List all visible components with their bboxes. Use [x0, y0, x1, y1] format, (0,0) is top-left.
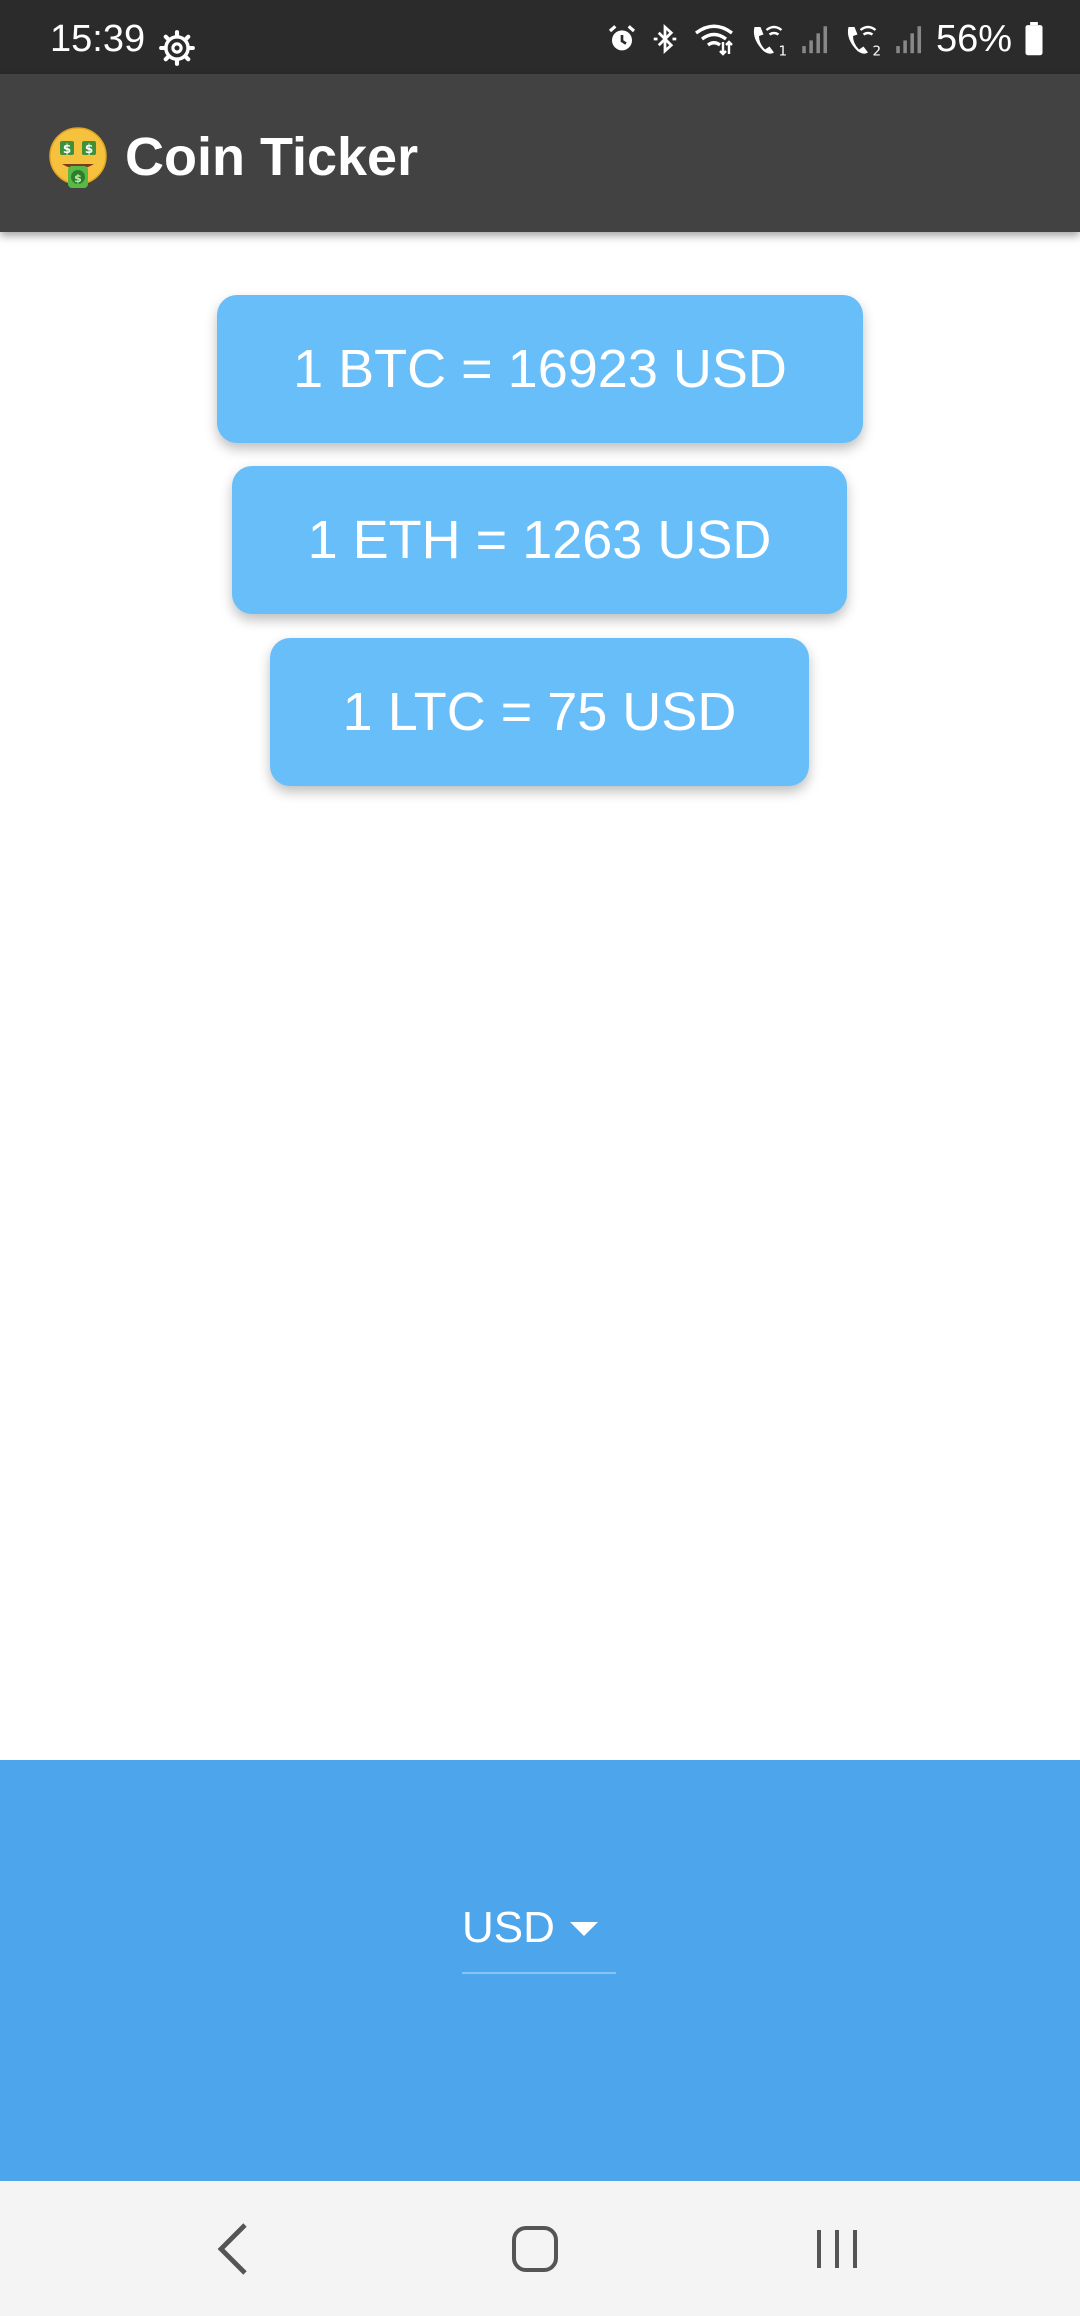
bluetooth-icon: [653, 24, 677, 54]
rate-card-btc: 1 BTC = 16923 USD: [217, 295, 863, 443]
battery-percentage: 56%: [935, 18, 1012, 60]
home-icon: [512, 2225, 558, 2272]
nav-home-button[interactable]: [455, 2181, 615, 2316]
settings-gear-icon: [159, 30, 195, 66]
rate-text-ltc: 1 LTC = 75 USD: [342, 682, 737, 742]
money-mouth-face-icon: $ $ $: [49, 127, 107, 188]
app-title: Coin Ticker: [125, 127, 419, 187]
svg-text:$: $: [85, 142, 93, 156]
nav-recent-apps-button[interactable]: [757, 2181, 917, 2316]
wifi-call-sim2-icon: 2: [847, 25, 881, 58]
svg-text:1: 1: [778, 44, 787, 58]
dropdown-arrow-icon: [570, 1922, 598, 1936]
rate-card-eth: 1 ETH = 1263 USD: [232, 466, 847, 614]
alarm-icon: [608, 25, 635, 51]
rate-text-btc: 1 BTC = 16923 USD: [293, 339, 787, 399]
back-icon: [217, 2222, 247, 2275]
nav-back-button[interactable]: [153, 2181, 313, 2316]
wifi-icon: [694, 24, 733, 56]
currency-dropdown-value: USD: [462, 1903, 555, 1952]
currency-dropdown[interactable]: USD: [462, 1898, 616, 1974]
rate-card-ltc: 1 LTC = 75 USD: [270, 638, 809, 786]
signal-sim2-icon: [896, 26, 921, 54]
wifi-call-sim1-icon: 1: [753, 25, 787, 58]
svg-text:$: $: [63, 142, 71, 156]
status-time: 15:39: [50, 18, 146, 60]
status-bar: 15:39 1 2 56%: [0, 0, 1080, 74]
status-icons: 1 2 56%: [606, 18, 1044, 60]
recent-apps-icon: [817, 2229, 857, 2268]
svg-text:$: $: [74, 172, 82, 185]
svg-text:2: 2: [872, 44, 881, 58]
rate-text-eth: 1 ETH = 1263 USD: [307, 510, 772, 570]
app-bar: $ $ $ Coin Ticker: [0, 74, 1080, 232]
battery-icon: [1025, 22, 1043, 56]
signal-sim1-icon: [802, 26, 827, 54]
system-navigation-bar: [0, 2181, 1080, 2316]
